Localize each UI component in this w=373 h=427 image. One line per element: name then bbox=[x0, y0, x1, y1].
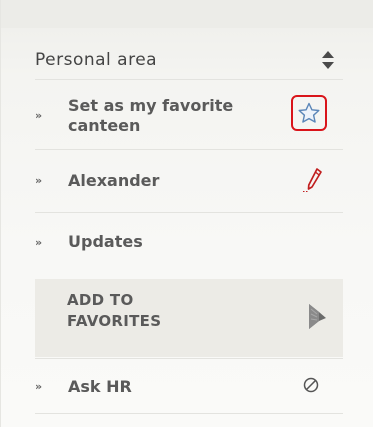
updates-item[interactable]: » Updates bbox=[35, 214, 343, 274]
set-favorite-canteen-label: Set as my favorite canteen bbox=[68, 96, 234, 135]
personal-area-panel: Personal area » Set as my favorite cante… bbox=[0, 0, 373, 427]
personal-area-title: Personal area bbox=[35, 50, 158, 70]
bookmark-arrow-icon bbox=[309, 304, 326, 329]
ask-hr-item[interactable]: » Ask HR bbox=[35, 360, 343, 412]
chevron-right-icon: » bbox=[35, 109, 43, 122]
block-icon[interactable] bbox=[303, 377, 319, 393]
add-to-favorites-button[interactable]: ADD TO FAVORITES bbox=[35, 279, 343, 357]
panel-top-band bbox=[1, 0, 373, 28]
add-to-favorites-label: ADD TO FAVORITES bbox=[67, 291, 162, 330]
divider bbox=[35, 79, 343, 80]
personal-area-header[interactable]: Personal area bbox=[35, 44, 343, 78]
chevron-right-icon: » bbox=[35, 380, 43, 393]
sort-toggle-icon[interactable] bbox=[321, 50, 335, 70]
divider bbox=[35, 212, 343, 213]
star-highlight-frame bbox=[291, 95, 327, 131]
updates-label: Updates bbox=[68, 232, 143, 251]
ask-hr-label: Ask HR bbox=[68, 377, 132, 396]
alexander-item[interactable]: » Alexander bbox=[35, 151, 343, 211]
alexander-label: Alexander bbox=[68, 171, 160, 190]
chevron-right-icon: » bbox=[35, 236, 43, 249]
pencil-icon[interactable] bbox=[302, 167, 324, 193]
divider bbox=[35, 413, 343, 414]
chevron-right-icon: » bbox=[35, 174, 43, 187]
divider bbox=[35, 149, 343, 150]
divider bbox=[35, 358, 343, 359]
